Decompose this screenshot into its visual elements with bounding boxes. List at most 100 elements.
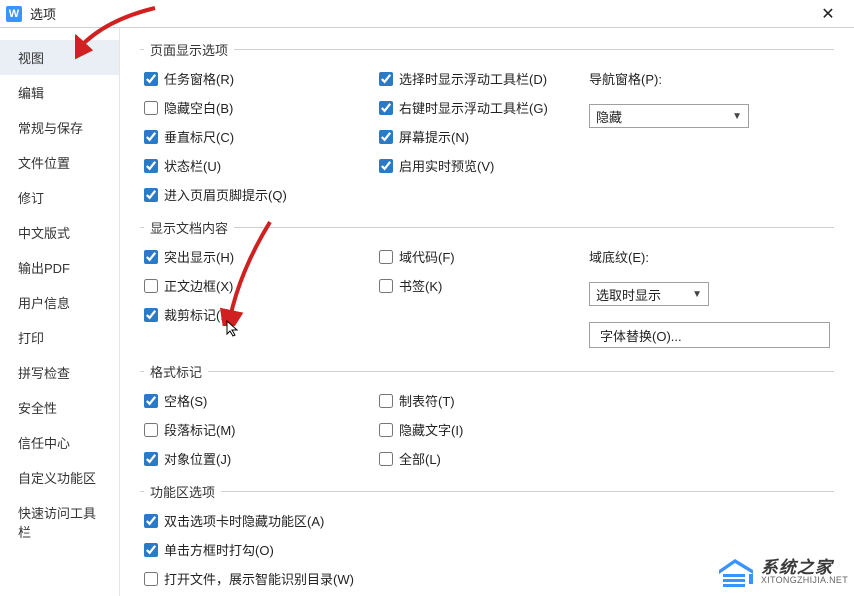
checkbox-input[interactable]: [144, 101, 158, 115]
checkbox-label: 突出显示(H): [164, 247, 234, 266]
sidebar-item[interactable]: 安全性: [0, 390, 119, 425]
font-substitute-label: 字体替换(O)...: [600, 326, 682, 345]
checkbox-input[interactable]: [379, 423, 393, 437]
checkbox-input[interactable]: [379, 394, 393, 408]
sidebar-item[interactable]: 常规与保存: [0, 110, 119, 145]
checkbox-option[interactable]: 打开文件，展示智能识别目录(W): [144, 569, 830, 588]
group-legend: 功能区选项: [144, 482, 221, 501]
checkbox-option[interactable]: 任务窗格(R): [144, 69, 379, 88]
title-bar: 选项 ✕: [0, 0, 854, 28]
checkbox-label: 屏幕提示(N): [399, 127, 469, 146]
checkbox-option[interactable]: 启用实时预览(V): [379, 156, 589, 175]
checkbox-label: 制表符(T): [399, 391, 455, 410]
checkbox-input[interactable]: [144, 159, 158, 173]
checkbox-label: 进入页眉页脚提示(Q): [164, 185, 287, 204]
checkbox-input[interactable]: [379, 101, 393, 115]
checkbox-option[interactable]: 段落标记(M): [144, 420, 379, 439]
checkbox-label: 裁剪标记(R): [164, 305, 234, 324]
checkbox-input[interactable]: [379, 452, 393, 466]
sidebar-item[interactable]: 修订: [0, 180, 119, 215]
checkbox-input[interactable]: [144, 72, 158, 86]
checkbox-label: 段落标记(M): [164, 420, 236, 439]
group-ribbon-options: 功能区选项 双击选项卡时隐藏功能区(A) 单击方框时打勾(O) 打开文件，展示智能识…: [140, 482, 834, 596]
checkbox-option[interactable]: 对象位置(J): [144, 449, 379, 468]
checkbox-option[interactable]: 隐藏文字(I): [379, 420, 589, 439]
checkbox-option[interactable]: 选择时显示浮动工具栏(D): [379, 69, 589, 88]
checkbox-option[interactable]: 状态栏(U): [144, 156, 379, 175]
checkbox-input[interactable]: [144, 514, 158, 528]
checkbox-label: 书签(K): [399, 276, 442, 295]
chevron-down-icon: ▼: [732, 111, 742, 122]
checkbox-option[interactable]: 双击选项卡时隐藏功能区(A): [144, 511, 830, 530]
checkbox-input[interactable]: [144, 308, 158, 322]
nav-pane-value: 隐藏: [596, 107, 622, 126]
checkbox-option[interactable]: 制表符(T): [379, 391, 589, 410]
sidebar-item[interactable]: 文件位置: [0, 145, 119, 180]
checkbox-option[interactable]: 域代码(F): [379, 247, 589, 266]
close-button[interactable]: ✕: [808, 4, 848, 24]
sidebar-item[interactable]: 用户信息: [0, 285, 119, 320]
checkbox-label: 单击方框时打勾(O): [164, 540, 274, 559]
checkbox-option[interactable]: 书签(K): [379, 276, 589, 295]
group-legend: 格式标记: [144, 362, 208, 381]
app-icon: [6, 6, 22, 22]
sidebar-item[interactable]: 打印: [0, 320, 119, 355]
checkbox-option[interactable]: 裁剪标记(R): [144, 305, 379, 324]
checkbox-input[interactable]: [379, 72, 393, 86]
nav-pane-select[interactable]: 隐藏 ▼: [589, 104, 749, 128]
checkbox-label: 垂直标尺(C): [164, 127, 234, 146]
checkbox-label: 任务窗格(R): [164, 69, 234, 88]
sidebar: 视图编辑常规与保存文件位置修订中文版式输出PDF用户信息打印拼写检查安全性信任中…: [0, 28, 120, 596]
checkbox-option[interactable]: 隐藏空白(B): [144, 98, 379, 117]
checkbox-input[interactable]: [144, 279, 158, 293]
checkbox-option[interactable]: 突出显示(H): [144, 247, 379, 266]
nav-pane-label: 导航窗格(P):: [589, 69, 830, 88]
shade-value: 选取时显示: [596, 285, 661, 304]
sidebar-item[interactable]: 视图: [0, 40, 119, 75]
checkbox-input[interactable]: [144, 572, 158, 586]
checkbox-label: 正文边框(X): [164, 276, 233, 295]
group-format-marks: 格式标记 空格(S) 段落标记(M) 对象位置(J) 制表符(T) 隐藏文字(I) 全部…: [140, 362, 834, 468]
font-substitute-button[interactable]: 字体替换(O)...: [589, 322, 830, 348]
chevron-down-icon: ▼: [692, 289, 702, 300]
checkbox-input[interactable]: [379, 130, 393, 144]
sidebar-item[interactable]: 拼写检查: [0, 355, 119, 390]
checkbox-option[interactable]: 空格(S): [144, 391, 379, 410]
checkbox-input[interactable]: [379, 279, 393, 293]
sidebar-item[interactable]: 编辑: [0, 75, 119, 110]
sidebar-item[interactable]: 中文版式: [0, 215, 119, 250]
checkbox-option[interactable]: 右键时显示浮动工具栏(G): [379, 98, 589, 117]
checkbox-input[interactable]: [144, 188, 158, 202]
group-legend: 显示文档内容: [144, 218, 234, 237]
checkbox-label: 隐藏文字(I): [399, 420, 463, 439]
checkbox-input[interactable]: [144, 394, 158, 408]
content-pane: 页面显示选项 任务窗格(R) 隐藏空白(B) 垂直标尺(C) 状态栏(U) 进入页眉页脚…: [120, 28, 854, 596]
sidebar-item[interactable]: 输出PDF: [0, 250, 119, 285]
checkbox-input[interactable]: [144, 250, 158, 264]
checkbox-input[interactable]: [144, 452, 158, 466]
checkbox-option[interactable]: 单击方框时打勾(O): [144, 540, 830, 559]
checkbox-option[interactable]: 进入页眉页脚提示(Q): [144, 185, 379, 204]
checkbox-label: 右键时显示浮动工具栏(G): [399, 98, 548, 117]
sidebar-item[interactable]: 快速访问工具栏: [0, 495, 119, 549]
group-page-display: 页面显示选项 任务窗格(R) 隐藏空白(B) 垂直标尺(C) 状态栏(U) 进入页眉页脚…: [140, 40, 834, 204]
checkbox-input[interactable]: [144, 423, 158, 437]
checkbox-label: 全部(L): [399, 449, 441, 468]
checkbox-label: 域代码(F): [399, 247, 455, 266]
checkbox-label: 空格(S): [164, 391, 207, 410]
checkbox-option[interactable]: 屏幕提示(N): [379, 127, 589, 146]
group-legend: 页面显示选项: [144, 40, 234, 59]
sidebar-item[interactable]: 自定义功能区: [0, 460, 119, 495]
window-title: 选项: [30, 4, 808, 23]
checkbox-label: 对象位置(J): [164, 449, 231, 468]
checkbox-option[interactable]: 垂直标尺(C): [144, 127, 379, 146]
checkbox-label: 打开文件，展示智能识别目录(W): [164, 569, 354, 588]
checkbox-input[interactable]: [144, 543, 158, 557]
checkbox-option[interactable]: 正文边框(X): [144, 276, 379, 295]
checkbox-option[interactable]: 全部(L): [379, 449, 589, 468]
checkbox-input[interactable]: [144, 130, 158, 144]
checkbox-input[interactable]: [379, 250, 393, 264]
shade-select[interactable]: 选取时显示 ▼: [589, 282, 709, 306]
sidebar-item[interactable]: 信任中心: [0, 425, 119, 460]
checkbox-input[interactable]: [379, 159, 393, 173]
